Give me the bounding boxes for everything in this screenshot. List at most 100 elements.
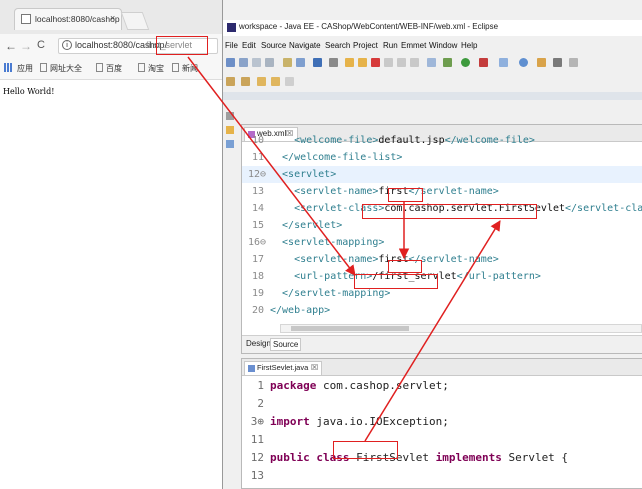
editor-mode-tabs: Design Source: [242, 335, 642, 353]
next-annotation-icon[interactable]: [226, 77, 235, 86]
new-package-icon[interactable]: [519, 58, 528, 67]
xml-code-line: 17 <servlet-name>first</servlet-name>: [242, 251, 642, 268]
line-number: 20: [251, 305, 264, 316]
line-number: 12: [250, 451, 264, 464]
annotation-box-mapping-name: [388, 260, 422, 273]
java-tab-label: FirstSevlet.java: [257, 363, 309, 372]
bookmark-item[interactable]: 网址大全: [50, 63, 82, 74]
page-output-text: Hello World!: [3, 87, 55, 96]
line-number: 10: [251, 135, 264, 146]
debug-icon[interactable]: [443, 58, 452, 67]
outline-icon[interactable]: [226, 140, 234, 148]
back-icon[interactable]: [271, 77, 280, 86]
source-tab[interactable]: Source: [270, 338, 302, 351]
xml-code-text: <servlet-name>first</servlet-name>: [270, 254, 499, 265]
open-task-icon[interactable]: [553, 58, 562, 67]
line-number: 18: [251, 271, 264, 282]
eclipse-window: workspace - Java EE - CAShop/WebContent/…: [222, 0, 642, 489]
xml-code-text: </web-app>: [270, 305, 331, 316]
browser-tab[interactable]: localhost:8080/cashop ×: [14, 8, 122, 30]
java-code-text: public class FirstSevlet implements Serv…: [270, 451, 569, 464]
new-server-icon[interactable]: [499, 58, 508, 67]
menu-project[interactable]: Project: [353, 41, 378, 50]
xml-code-line: 18 <url-pattern>/first_servlet</url-patt…: [242, 268, 642, 285]
java-editor: FirstSevlet.java ☒ 1 package com.cashop.s…: [241, 358, 642, 489]
menu-source[interactable]: Source: [261, 41, 286, 50]
bookmark-item[interactable]: 应用: [17, 63, 33, 74]
eclipse-app-icon: [227, 23, 236, 32]
skip-breakpoints-icon[interactable]: [329, 58, 338, 67]
xml-code-line: 19 </servlet-mapping>: [242, 285, 642, 302]
menu-search[interactable]: Search: [325, 41, 350, 50]
menu-run[interactable]: Run: [383, 41, 398, 50]
annotation-box-class-name: [333, 441, 398, 459]
xml-code-text: <welcome-file>default.jsp</welcome-file>: [270, 135, 535, 146]
design-tab[interactable]: Design: [244, 338, 273, 349]
new-tab-button[interactable]: [120, 12, 150, 30]
new-file-icon[interactable]: [226, 58, 235, 67]
line-number: 2: [257, 397, 264, 410]
menu-window[interactable]: Window: [429, 41, 457, 50]
build-icon[interactable]: [296, 58, 305, 67]
java-code-line: 2: [242, 395, 642, 413]
xml-code-line: 16⊖ <servlet-mapping>: [242, 234, 642, 251]
browser-window: localhost:8080/cashop × ← → C i localhos…: [0, 0, 222, 489]
browser-tab-title: localhost:8080/cashop: [35, 14, 120, 24]
step-over-icon[interactable]: [410, 58, 419, 67]
xml-code-text: <servlet>: [270, 169, 337, 180]
close-tab-icon[interactable]: ×: [110, 13, 115, 23]
new-class-icon[interactable]: [537, 58, 546, 67]
project-explorer-icon[interactable]: [226, 126, 234, 134]
line-number: 17: [251, 254, 264, 265]
minimized-view-icon[interactable]: [226, 112, 234, 120]
suspend-icon[interactable]: [358, 58, 367, 67]
menu-help[interactable]: Help: [461, 41, 477, 50]
close-tab-icon[interactable]: ☒: [311, 363, 318, 372]
java-code-text: package com.cashop.servlet;: [270, 379, 449, 392]
java-file-tab[interactable]: FirstSevlet.java ☒: [244, 361, 322, 375]
apps-grid-icon[interactable]: [4, 63, 13, 72]
back-arrow-icon[interactable]: ←: [5, 39, 17, 53]
step-into-icon[interactable]: [397, 58, 406, 67]
bookmark-item[interactable]: 百度: [106, 63, 122, 74]
bookmark-page-icon: [138, 63, 145, 72]
xml-code-line: 15 </servlet>: [242, 217, 642, 234]
horizontal-scrollbar[interactable]: [280, 324, 642, 333]
line-number: 12⊖: [248, 169, 267, 180]
scrollbar-thumb[interactable]: [291, 326, 409, 331]
previous-annotation-icon[interactable]: [241, 77, 250, 86]
forward-icon[interactable]: [285, 77, 294, 86]
print-icon[interactable]: [265, 58, 274, 67]
line-number: 19: [251, 288, 264, 299]
bookmark-page-icon: [96, 63, 103, 72]
toggle-block-icon[interactable]: [427, 58, 436, 67]
terminate-icon[interactable]: [371, 58, 380, 67]
eclipse-window-title: workspace - Java EE - CAShop/WebContent/…: [239, 22, 499, 31]
open-type-icon[interactable]: [283, 58, 292, 67]
toggle-mark-icon[interactable]: [313, 58, 322, 67]
search-icon[interactable]: [569, 58, 578, 67]
menu-file[interactable]: File: [225, 41, 238, 50]
menu-emmet[interactable]: Emmet: [401, 41, 426, 50]
resume-icon[interactable]: [345, 58, 354, 67]
last-edit-icon[interactable]: [257, 77, 266, 86]
save-icon[interactable]: [239, 58, 248, 67]
forward-arrow-icon[interactable]: →: [20, 39, 32, 53]
java-code-line: 11: [242, 431, 642, 449]
save-all-icon[interactable]: [252, 58, 261, 67]
eclipse-title-bar: workspace - Java EE - CAShop/WebContent/…: [223, 20, 642, 36]
java-editor-tab-bar: FirstSevlet.java ☒: [242, 359, 642, 376]
disconnect-icon[interactable]: [384, 58, 393, 67]
reload-icon[interactable]: C: [37, 39, 45, 51]
run-icon[interactable]: [461, 58, 470, 67]
line-number: 1: [257, 379, 264, 392]
bookmark-item[interactable]: 淘宝: [148, 63, 164, 74]
xml-code-line: 13 <servlet-name>first</servlet-name>: [242, 183, 642, 200]
site-info-icon[interactable]: i: [62, 40, 72, 50]
menu-edit[interactable]: Edit: [242, 41, 256, 50]
web-xml-editor: web.xml ☒ 10 <welcome-file>default.jsp</…: [241, 124, 642, 354]
external-tools-icon[interactable]: [479, 58, 488, 67]
menu-navigate[interactable]: Navigate: [289, 41, 321, 50]
xml-code-line: 20 </web-app>: [242, 302, 642, 319]
bookmark-item[interactable]: 新闻: [182, 63, 198, 74]
